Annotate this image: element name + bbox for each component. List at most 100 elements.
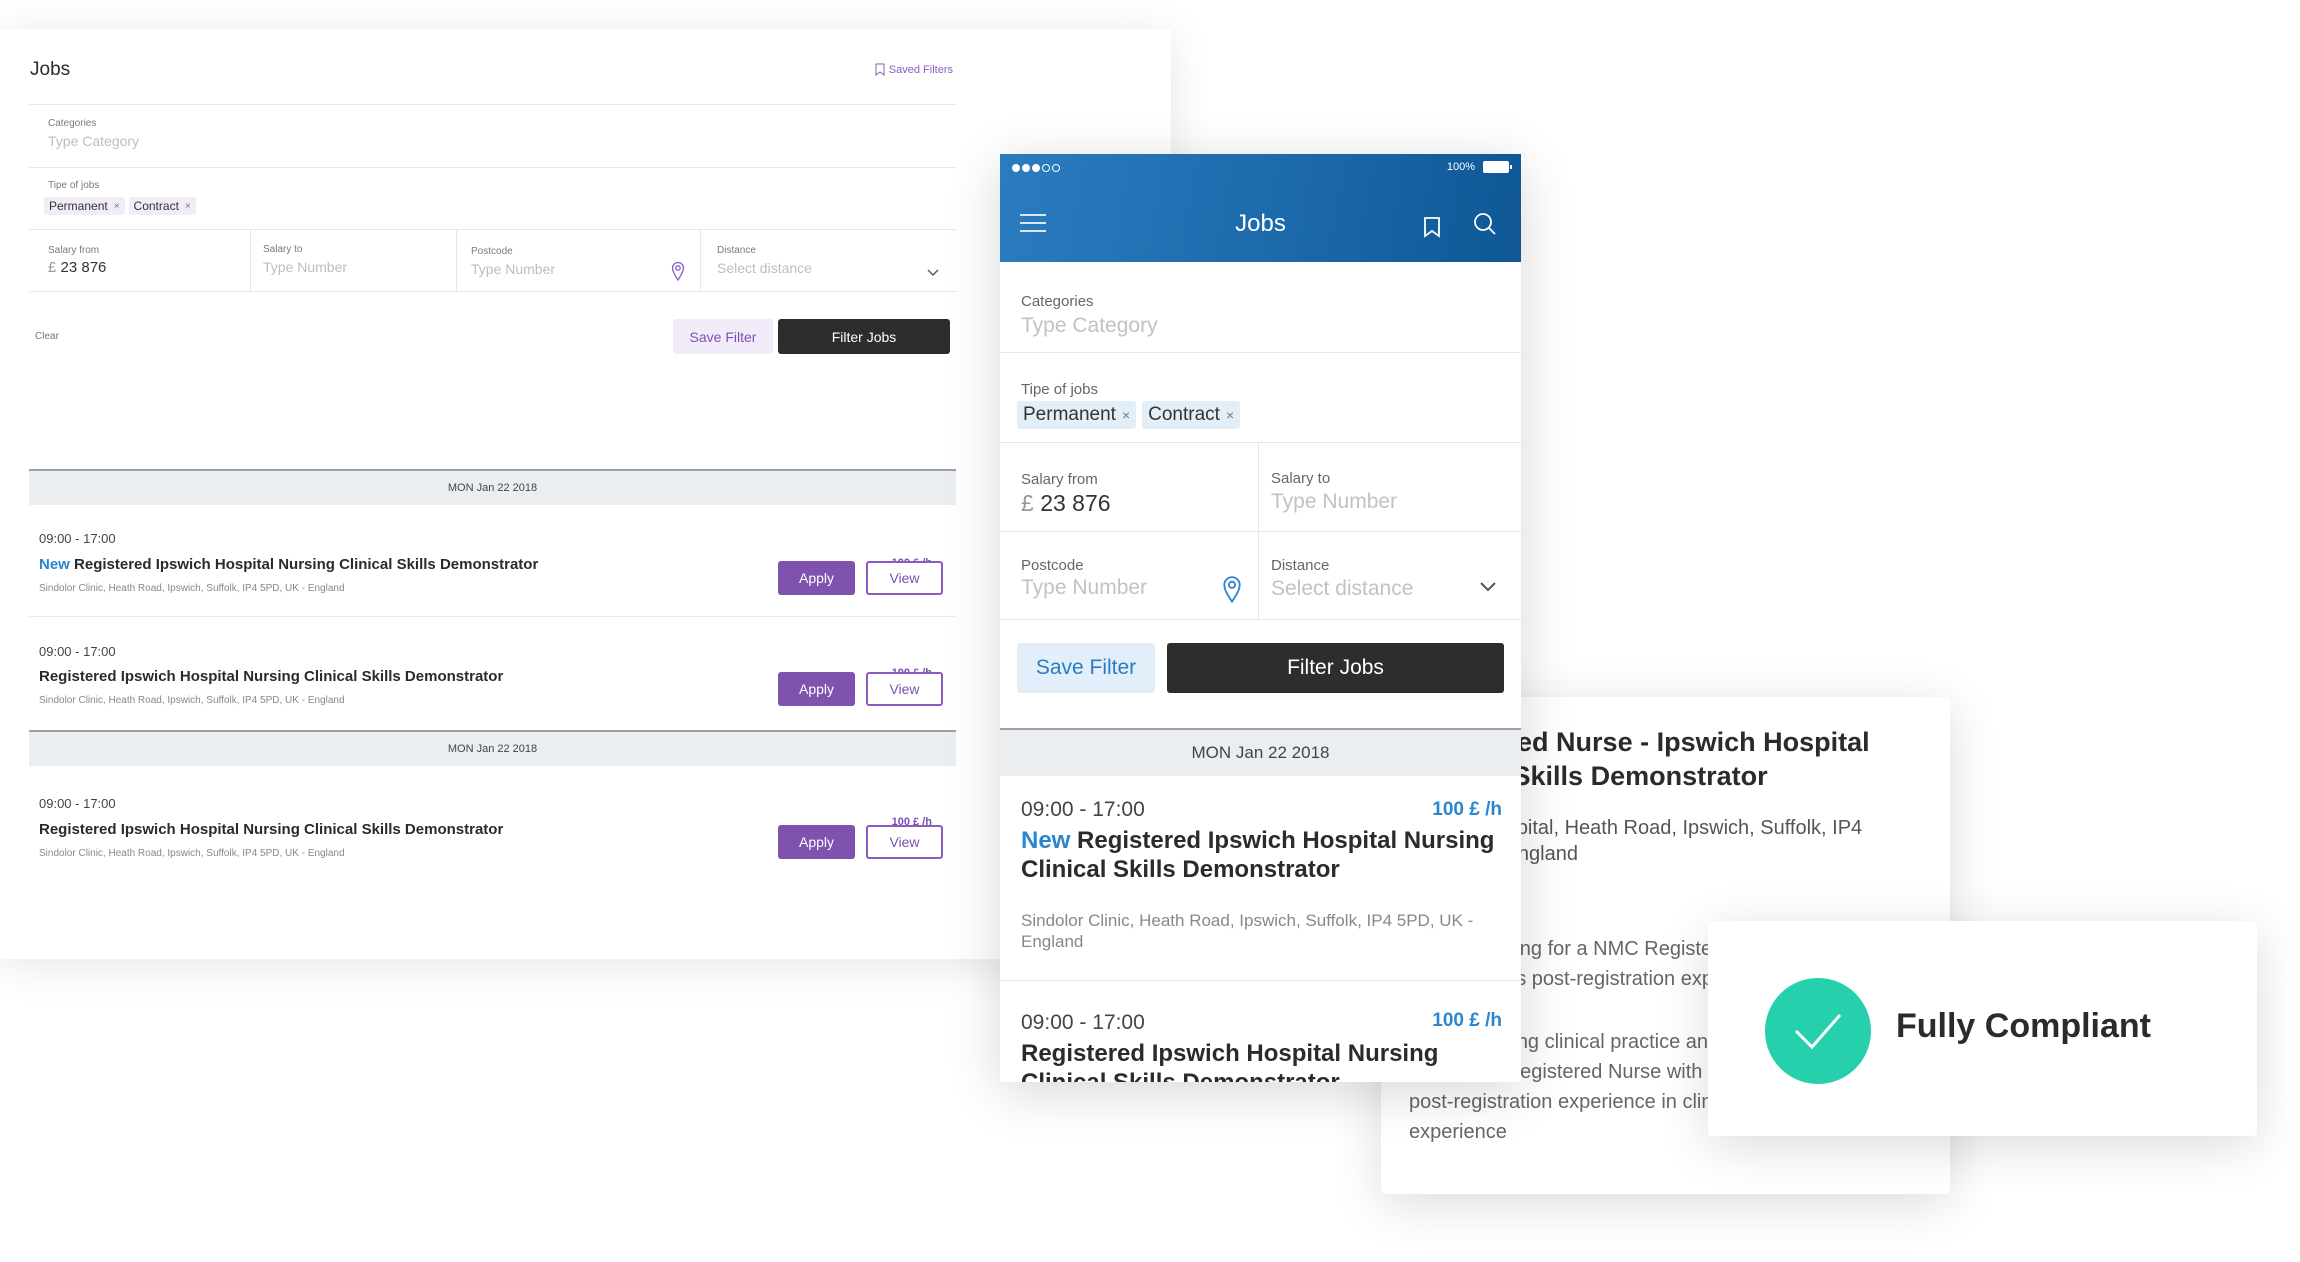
- location-pin-icon[interactable]: [1222, 575, 1242, 603]
- save-filter-button[interactable]: Save Filter: [1017, 643, 1155, 693]
- job-types-label: Tipe of jobs: [1021, 381, 1098, 398]
- job-time: 09:00 - 17:00: [1021, 798, 1145, 821]
- divider: [1000, 531, 1521, 532]
- remove-icon[interactable]: ×: [1122, 407, 1130, 423]
- chip-contract[interactable]: Contract ×: [128, 197, 196, 215]
- save-filter-button[interactable]: Save Filter: [673, 319, 773, 354]
- chip-contract[interactable]: Contract ×: [1142, 401, 1241, 429]
- chip-label: Contract: [133, 199, 179, 213]
- bookmark-icon[interactable]: [1423, 216, 1441, 238]
- distance-select[interactable]: Select distance: [1271, 577, 1413, 601]
- divider: [1000, 980, 1521, 981]
- battery-status: 100%: [1446, 161, 1512, 173]
- desktop-jobs-panel: Jobs Saved Filters Categories Type Categ…: [0, 29, 1171, 959]
- date-header: MON Jan 22 2018: [29, 469, 956, 505]
- view-button[interactable]: View: [866, 825, 943, 859]
- remove-icon[interactable]: ×: [114, 201, 120, 212]
- salary-to-input[interactable]: Type Number: [263, 259, 347, 275]
- postcode-field[interactable]: Postcode Type Number: [471, 246, 555, 277]
- date-header: MON Jan 22 2018: [29, 730, 956, 766]
- job-title[interactable]: Registered Ipswich Hospital Nursing Clin…: [39, 668, 503, 685]
- app-header: 100% Jobs: [1000, 154, 1521, 262]
- divider: [456, 230, 457, 292]
- salary-from-label: Salary from: [1021, 471, 1098, 488]
- job-title[interactable]: Registered Ipswich Hospital Nursing Clin…: [1021, 1039, 1501, 1082]
- job-row[interactable]: 09:00 - 17:00 Registered Ipswich Hospita…: [29, 766, 956, 886]
- distance-label: Distance: [717, 245, 756, 256]
- saved-filters-label: Saved Filters: [888, 63, 953, 76]
- divider: [29, 229, 956, 230]
- currency-symbol: £: [1021, 490, 1034, 516]
- salary-from-field[interactable]: Salary from £ 23 876: [48, 245, 106, 276]
- job-time: 09:00 - 17:00: [39, 531, 116, 546]
- salary-to-label: Salary to: [263, 244, 303, 255]
- postcode-label: Postcode: [1021, 557, 1084, 574]
- job-row[interactable]: 09:00 - 17:00 Registered Ipswich Hospita…: [29, 617, 956, 721]
- job-address: Sindolor Clinic, Heath Road, Ipswich, Su…: [39, 695, 345, 706]
- compliance-status: Fully Compliant: [1896, 1007, 2151, 1045]
- job-title[interactable]: New Registered Ipswich Hospital Nursing …: [39, 556, 538, 573]
- new-badge: New: [39, 556, 70, 573]
- apply-button[interactable]: Apply: [778, 825, 855, 859]
- categories-label: Categories: [1021, 293, 1094, 310]
- job-title[interactable]: Registered Ipswich Hospital Nursing Clin…: [39, 821, 503, 838]
- postcode-input[interactable]: Type Number: [471, 261, 555, 277]
- chevron-down-icon[interactable]: [1480, 582, 1496, 592]
- location-pin-icon[interactable]: [671, 261, 685, 281]
- divider: [29, 291, 956, 292]
- job-title-text: Registered Ipswich Hospital Nursing Clin…: [74, 556, 539, 573]
- distance-label: Distance: [1271, 557, 1330, 574]
- categories-field[interactable]: Categories Type Category: [48, 118, 139, 149]
- salary-from-field[interactable]: £ 23 876: [1021, 490, 1111, 517]
- salary-to-label: Salary to: [1271, 470, 1331, 487]
- job-address: Sindolor Clinic, Heath Road, Ipswich, Su…: [39, 848, 345, 859]
- divider: [700, 230, 701, 292]
- salary-to-field[interactable]: Salary to Type Number: [263, 244, 347, 275]
- job-row[interactable]: 09:00 - 17:00 New Registered Ipswich Hos…: [29, 505, 956, 617]
- categories-input[interactable]: Type Category: [1021, 314, 1158, 338]
- salary-from-value[interactable]: 23 876: [61, 259, 107, 276]
- chevron-down-icon[interactable]: [927, 269, 939, 277]
- chip-label: Permanent: [49, 199, 108, 213]
- divider: [29, 104, 956, 105]
- job-price: 100 £ /h: [1432, 1010, 1502, 1031]
- salary-to-input[interactable]: Type Number: [1271, 490, 1397, 514]
- filter-jobs-button[interactable]: Filter Jobs: [778, 319, 950, 354]
- apply-button[interactable]: Apply: [778, 561, 855, 595]
- remove-icon[interactable]: ×: [1226, 407, 1234, 423]
- remove-icon[interactable]: ×: [185, 201, 191, 212]
- job-address: Sindolor Clinic, Heath Road, Ipswich, Su…: [1021, 911, 1474, 951]
- new-badge: New: [1021, 827, 1071, 854]
- postcode-input[interactable]: Type Number: [1021, 576, 1147, 600]
- filter-jobs-button[interactable]: Filter Jobs: [1167, 643, 1504, 693]
- job-types-label: Tipe of jobs: [48, 180, 100, 191]
- job-types-field: Tipe of jobs Permanent × Contract ×: [44, 180, 200, 215]
- mobile-jobs-screen: 100% Jobs Categories Type Category Tipe …: [1000, 154, 1521, 1082]
- distance-select[interactable]: Distance Select distance: [717, 245, 812, 276]
- apply-button[interactable]: Apply: [778, 672, 855, 706]
- job-address: Sindolor Clinic, Heath Road, Ipswich, Su…: [39, 583, 345, 594]
- chip-permanent[interactable]: Permanent ×: [1017, 401, 1137, 429]
- compliance-card: Fully Compliant: [1708, 921, 2257, 1136]
- divider: [250, 230, 251, 292]
- chip-label: Permanent: [1023, 404, 1116, 425]
- job-types-chips: Permanent × Contract ×: [1017, 401, 1246, 429]
- battery-icon: [1483, 161, 1512, 173]
- categories-input[interactable]: Type Category: [48, 133, 139, 149]
- chip-permanent[interactable]: Permanent ×: [44, 197, 125, 215]
- job-price: 100 £ /h: [1432, 799, 1502, 820]
- job-title[interactable]: New Registered Ipswich Hospital Nursing …: [1021, 826, 1501, 884]
- search-icon[interactable]: [1473, 212, 1497, 236]
- distance-placeholder: Select distance: [717, 260, 812, 276]
- saved-filters-link[interactable]: Saved Filters: [875, 63, 953, 76]
- view-button[interactable]: View: [866, 672, 943, 706]
- job-title-text: Registered Ipswich Hospital Nursing Clin…: [1021, 827, 1495, 883]
- battery-percent: 100%: [1446, 161, 1475, 173]
- salary-from-value: 23 876: [1040, 490, 1111, 516]
- signal-icon: [1012, 164, 1060, 172]
- bookmark-icon: [875, 63, 885, 76]
- divider: [1000, 352, 1521, 353]
- clear-button[interactable]: Clear: [35, 331, 59, 342]
- view-button[interactable]: View: [866, 561, 943, 595]
- categories-label: Categories: [48, 118, 97, 129]
